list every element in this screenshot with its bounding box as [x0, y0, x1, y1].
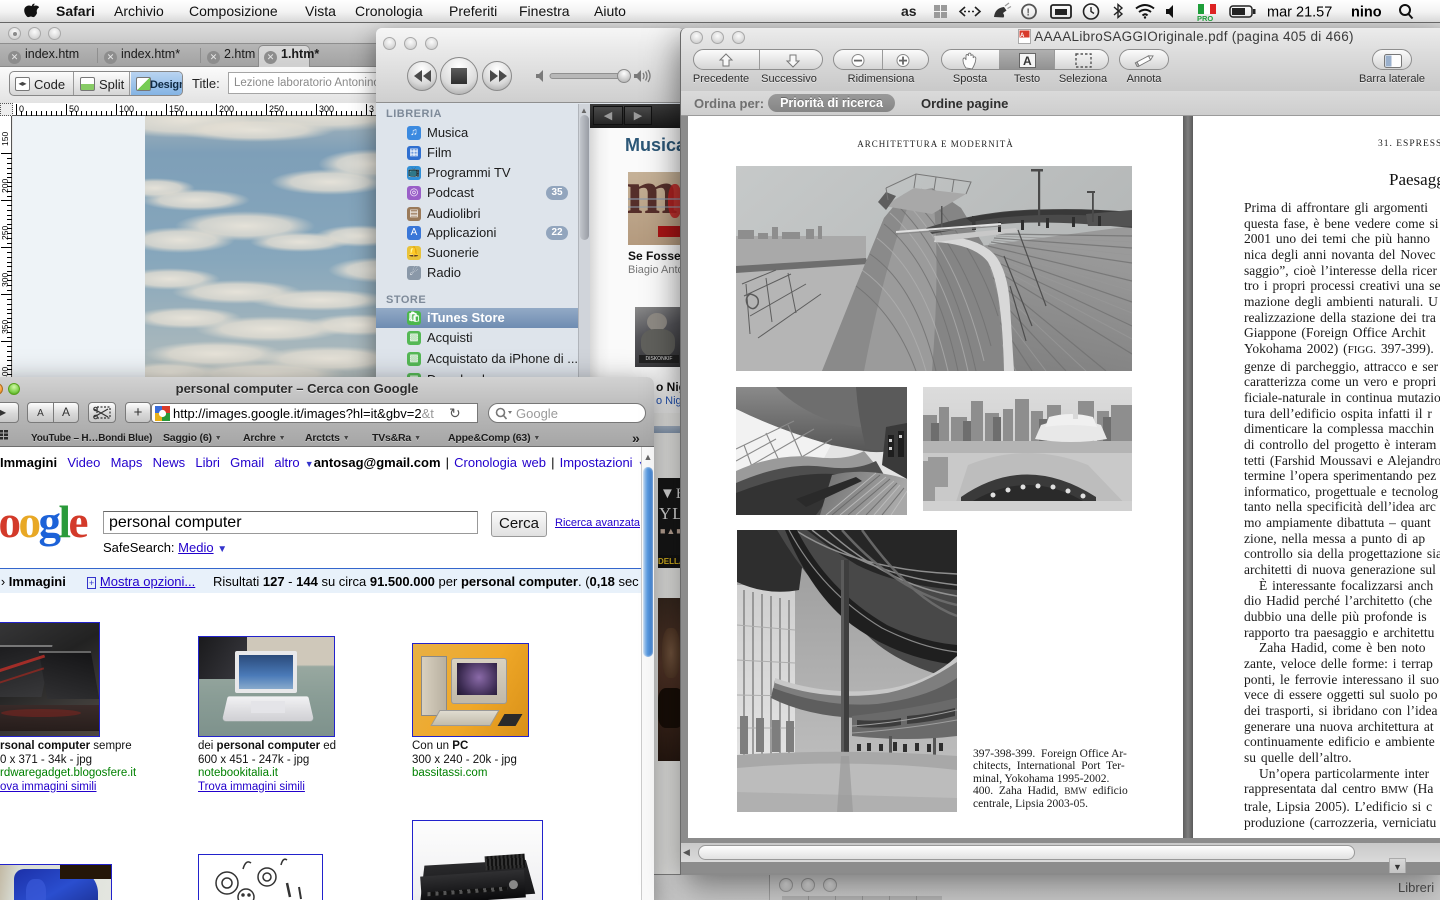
svg-text:150: 150 [0, 132, 10, 146]
svg-text:250: 250 [269, 104, 284, 114]
svg-text:PRO: PRO [1197, 14, 1213, 23]
svg-text:100: 100 [119, 104, 134, 114]
svg-text:3: 3 [369, 104, 374, 114]
svg-text:!: ! [1027, 8, 1030, 19]
svg-text:200: 200 [219, 104, 234, 114]
svg-text:350: 350 [0, 320, 10, 334]
svg-text:150: 150 [169, 104, 184, 114]
svg-text:A: A [1020, 33, 1025, 39]
svg-text:200: 200 [0, 179, 10, 193]
svg-text:50: 50 [69, 104, 79, 114]
svg-text:0: 0 [19, 104, 24, 114]
svg-text:mar 21.57: mar 21.57 [1267, 5, 1332, 21]
svg-text:250: 250 [0, 226, 10, 240]
svg-text:nino: nino [1351, 5, 1382, 21]
svg-text:as: as [901, 3, 917, 19]
svg-text:A: A [1023, 54, 1032, 68]
svg-text:300: 300 [0, 273, 10, 287]
svg-text:300: 300 [319, 104, 334, 114]
